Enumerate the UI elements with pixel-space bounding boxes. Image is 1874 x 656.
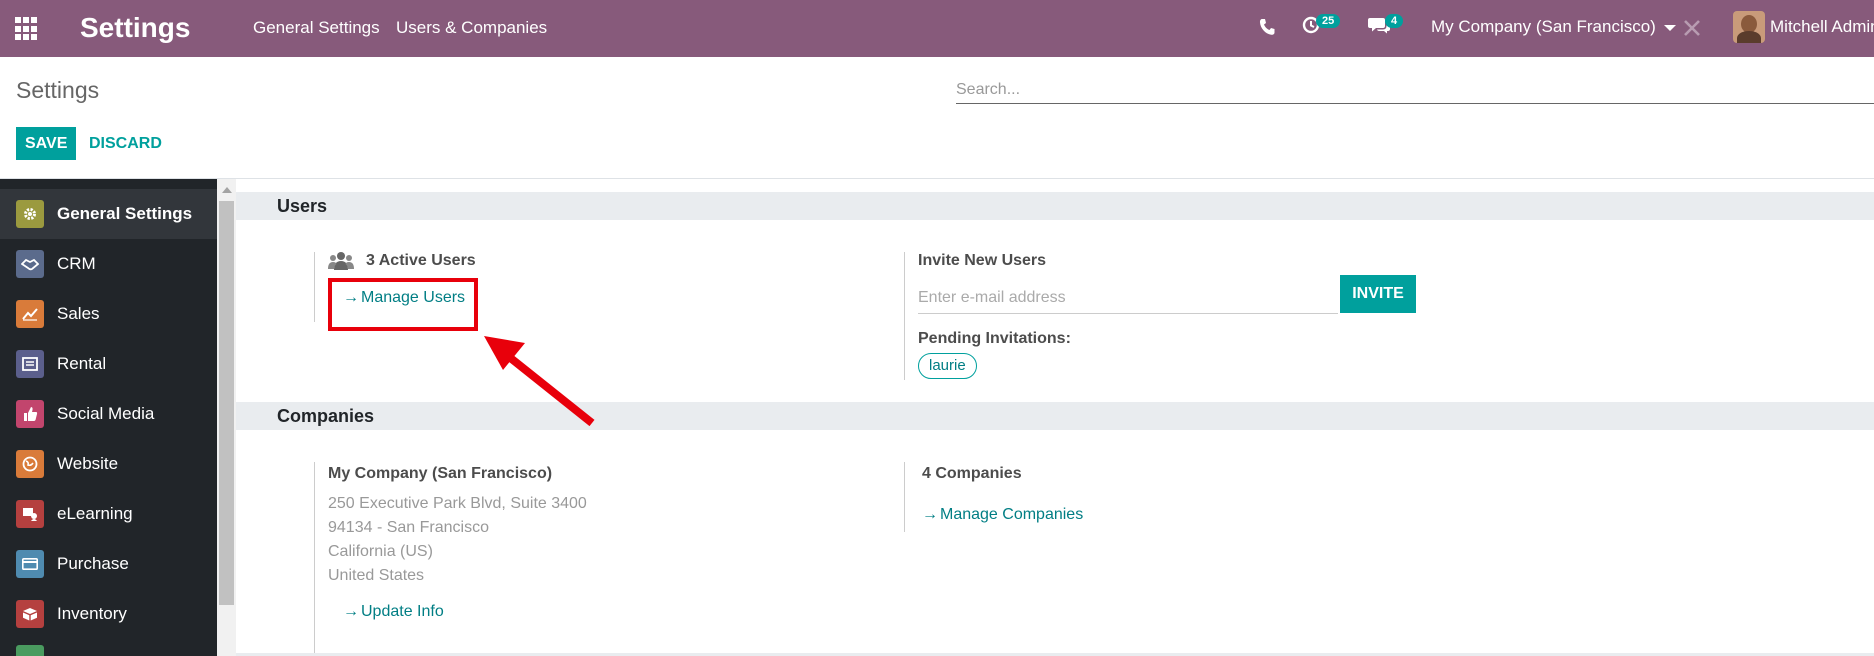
menu-general-settings[interactable]: General Settings bbox=[253, 18, 380, 38]
app-icon bbox=[16, 645, 44, 656]
users-group-icon bbox=[328, 251, 354, 276]
sidebar-item-website[interactable]: Website bbox=[0, 439, 217, 489]
chevron-down-icon bbox=[1663, 24, 1676, 31]
company-switcher[interactable]: My Company (San Francisco) bbox=[1431, 17, 1676, 37]
sidebar-item-rental[interactable]: Rental bbox=[0, 339, 217, 389]
company-address-line: 250 Executive Park Blvd, Suite 3400 bbox=[328, 495, 587, 512]
apps-menu-icon[interactable] bbox=[15, 17, 39, 41]
search-input[interactable] bbox=[956, 76, 1874, 104]
breadcrumb: Settings bbox=[16, 77, 100, 103]
sidebar-item-social-media[interactable]: Social Media bbox=[0, 389, 217, 439]
sidebar-item-sales[interactable]: Sales bbox=[0, 289, 217, 339]
arrow-right-icon: → bbox=[343, 603, 359, 620]
settings-content: Users 3 Active Users → Manage Users Invit… bbox=[236, 179, 1874, 656]
company-name-label: My Company (San Francisco) bbox=[328, 465, 553, 482]
activity-badge: 25 bbox=[1316, 14, 1341, 28]
company-name: My Company (San Francisco) bbox=[1431, 17, 1656, 36]
globe-icon bbox=[16, 450, 44, 478]
sidebar-scrollbar[interactable] bbox=[217, 179, 236, 656]
pending-invitation-tag[interactable]: laurie bbox=[918, 353, 977, 379]
elearning-icon bbox=[16, 500, 44, 528]
invite-new-users-title: Invite New Users bbox=[918, 252, 1047, 269]
chart-icon bbox=[16, 300, 44, 328]
invite-button[interactable]: INVITE bbox=[1340, 275, 1416, 313]
company-address-line: California (US) bbox=[328, 543, 433, 560]
users-section-title: Users bbox=[236, 192, 1874, 220]
company-address-line: 94134 - San Francisco bbox=[328, 519, 489, 536]
sidebar-item-next[interactable] bbox=[0, 639, 217, 656]
sidebar-item-label: General Settings bbox=[57, 204, 193, 223]
company-address-line: United States bbox=[328, 567, 425, 584]
gear-icon bbox=[16, 200, 44, 228]
sidebar-item-elearning[interactable]: eLearning bbox=[0, 489, 217, 539]
save-button[interactable]: SAVE bbox=[16, 127, 77, 160]
companies-section-title: Companies bbox=[236, 402, 1874, 430]
sidebar-item-purchase[interactable]: Purchase bbox=[0, 539, 217, 589]
companies-count: 4 Companies bbox=[922, 465, 1022, 482]
sidebar-item-general-settings[interactable]: General Settings bbox=[0, 189, 217, 239]
companies-right-divider bbox=[904, 462, 905, 532]
thumbs-up-icon bbox=[16, 400, 44, 428]
sidebar-item-label: Social Media bbox=[57, 404, 155, 423]
debug-tools-icon[interactable] bbox=[1683, 14, 1701, 44]
handshake-icon bbox=[16, 250, 44, 278]
phone-icon[interactable] bbox=[1259, 18, 1275, 41]
sidebar-item-label: Purchase bbox=[57, 554, 129, 573]
sidebar-item-crm[interactable]: CRM bbox=[0, 239, 217, 289]
messages-badge: 4 bbox=[1385, 14, 1404, 28]
annotation-highlight-box bbox=[328, 278, 478, 331]
companies-left-divider bbox=[314, 462, 315, 656]
sidebar-item-label: Rental bbox=[57, 354, 107, 373]
sidebar-item-label: Website bbox=[57, 454, 119, 473]
app-title: Settings bbox=[80, 12, 191, 43]
sidebar-item-label: Sales bbox=[57, 304, 100, 323]
user-avatar[interactable] bbox=[1733, 11, 1765, 43]
sidebar-item-inventory[interactable]: Inventory bbox=[0, 589, 217, 639]
invite-email-input[interactable] bbox=[918, 282, 1338, 314]
manage-companies-link[interactable]: → Manage Companies bbox=[922, 506, 1083, 524]
sidebar-item-label: CRM bbox=[57, 254, 96, 273]
top-navbar: Settings General Settings Users & Compan… bbox=[0, 0, 1874, 57]
active-users-count: 3 Active Users bbox=[366, 252, 476, 269]
menu-users-companies[interactable]: Users & Companies bbox=[396, 18, 547, 38]
settings-sidebar: General Settings CRM Sales Rental Social… bbox=[0, 179, 217, 656]
rental-icon bbox=[16, 350, 44, 378]
scrollbar-thumb[interactable] bbox=[219, 201, 234, 605]
pending-invitations-label: Pending Invitations: bbox=[918, 330, 1071, 347]
box-icon bbox=[16, 600, 44, 628]
arrow-right-icon: → bbox=[922, 506, 938, 523]
scroll-up-icon[interactable] bbox=[222, 187, 232, 193]
update-info-link[interactable]: → Update Info bbox=[343, 603, 444, 621]
user-name[interactable]: Mitchell Admin bbox=[1770, 17, 1874, 37]
users-left-divider bbox=[314, 252, 315, 322]
discard-button[interactable]: DISCARD bbox=[80, 127, 171, 160]
sidebar-item-label: eLearning bbox=[57, 504, 133, 523]
sidebar-item-label: Inventory bbox=[57, 604, 127, 623]
card-icon bbox=[16, 550, 44, 578]
users-right-divider bbox=[904, 252, 905, 380]
